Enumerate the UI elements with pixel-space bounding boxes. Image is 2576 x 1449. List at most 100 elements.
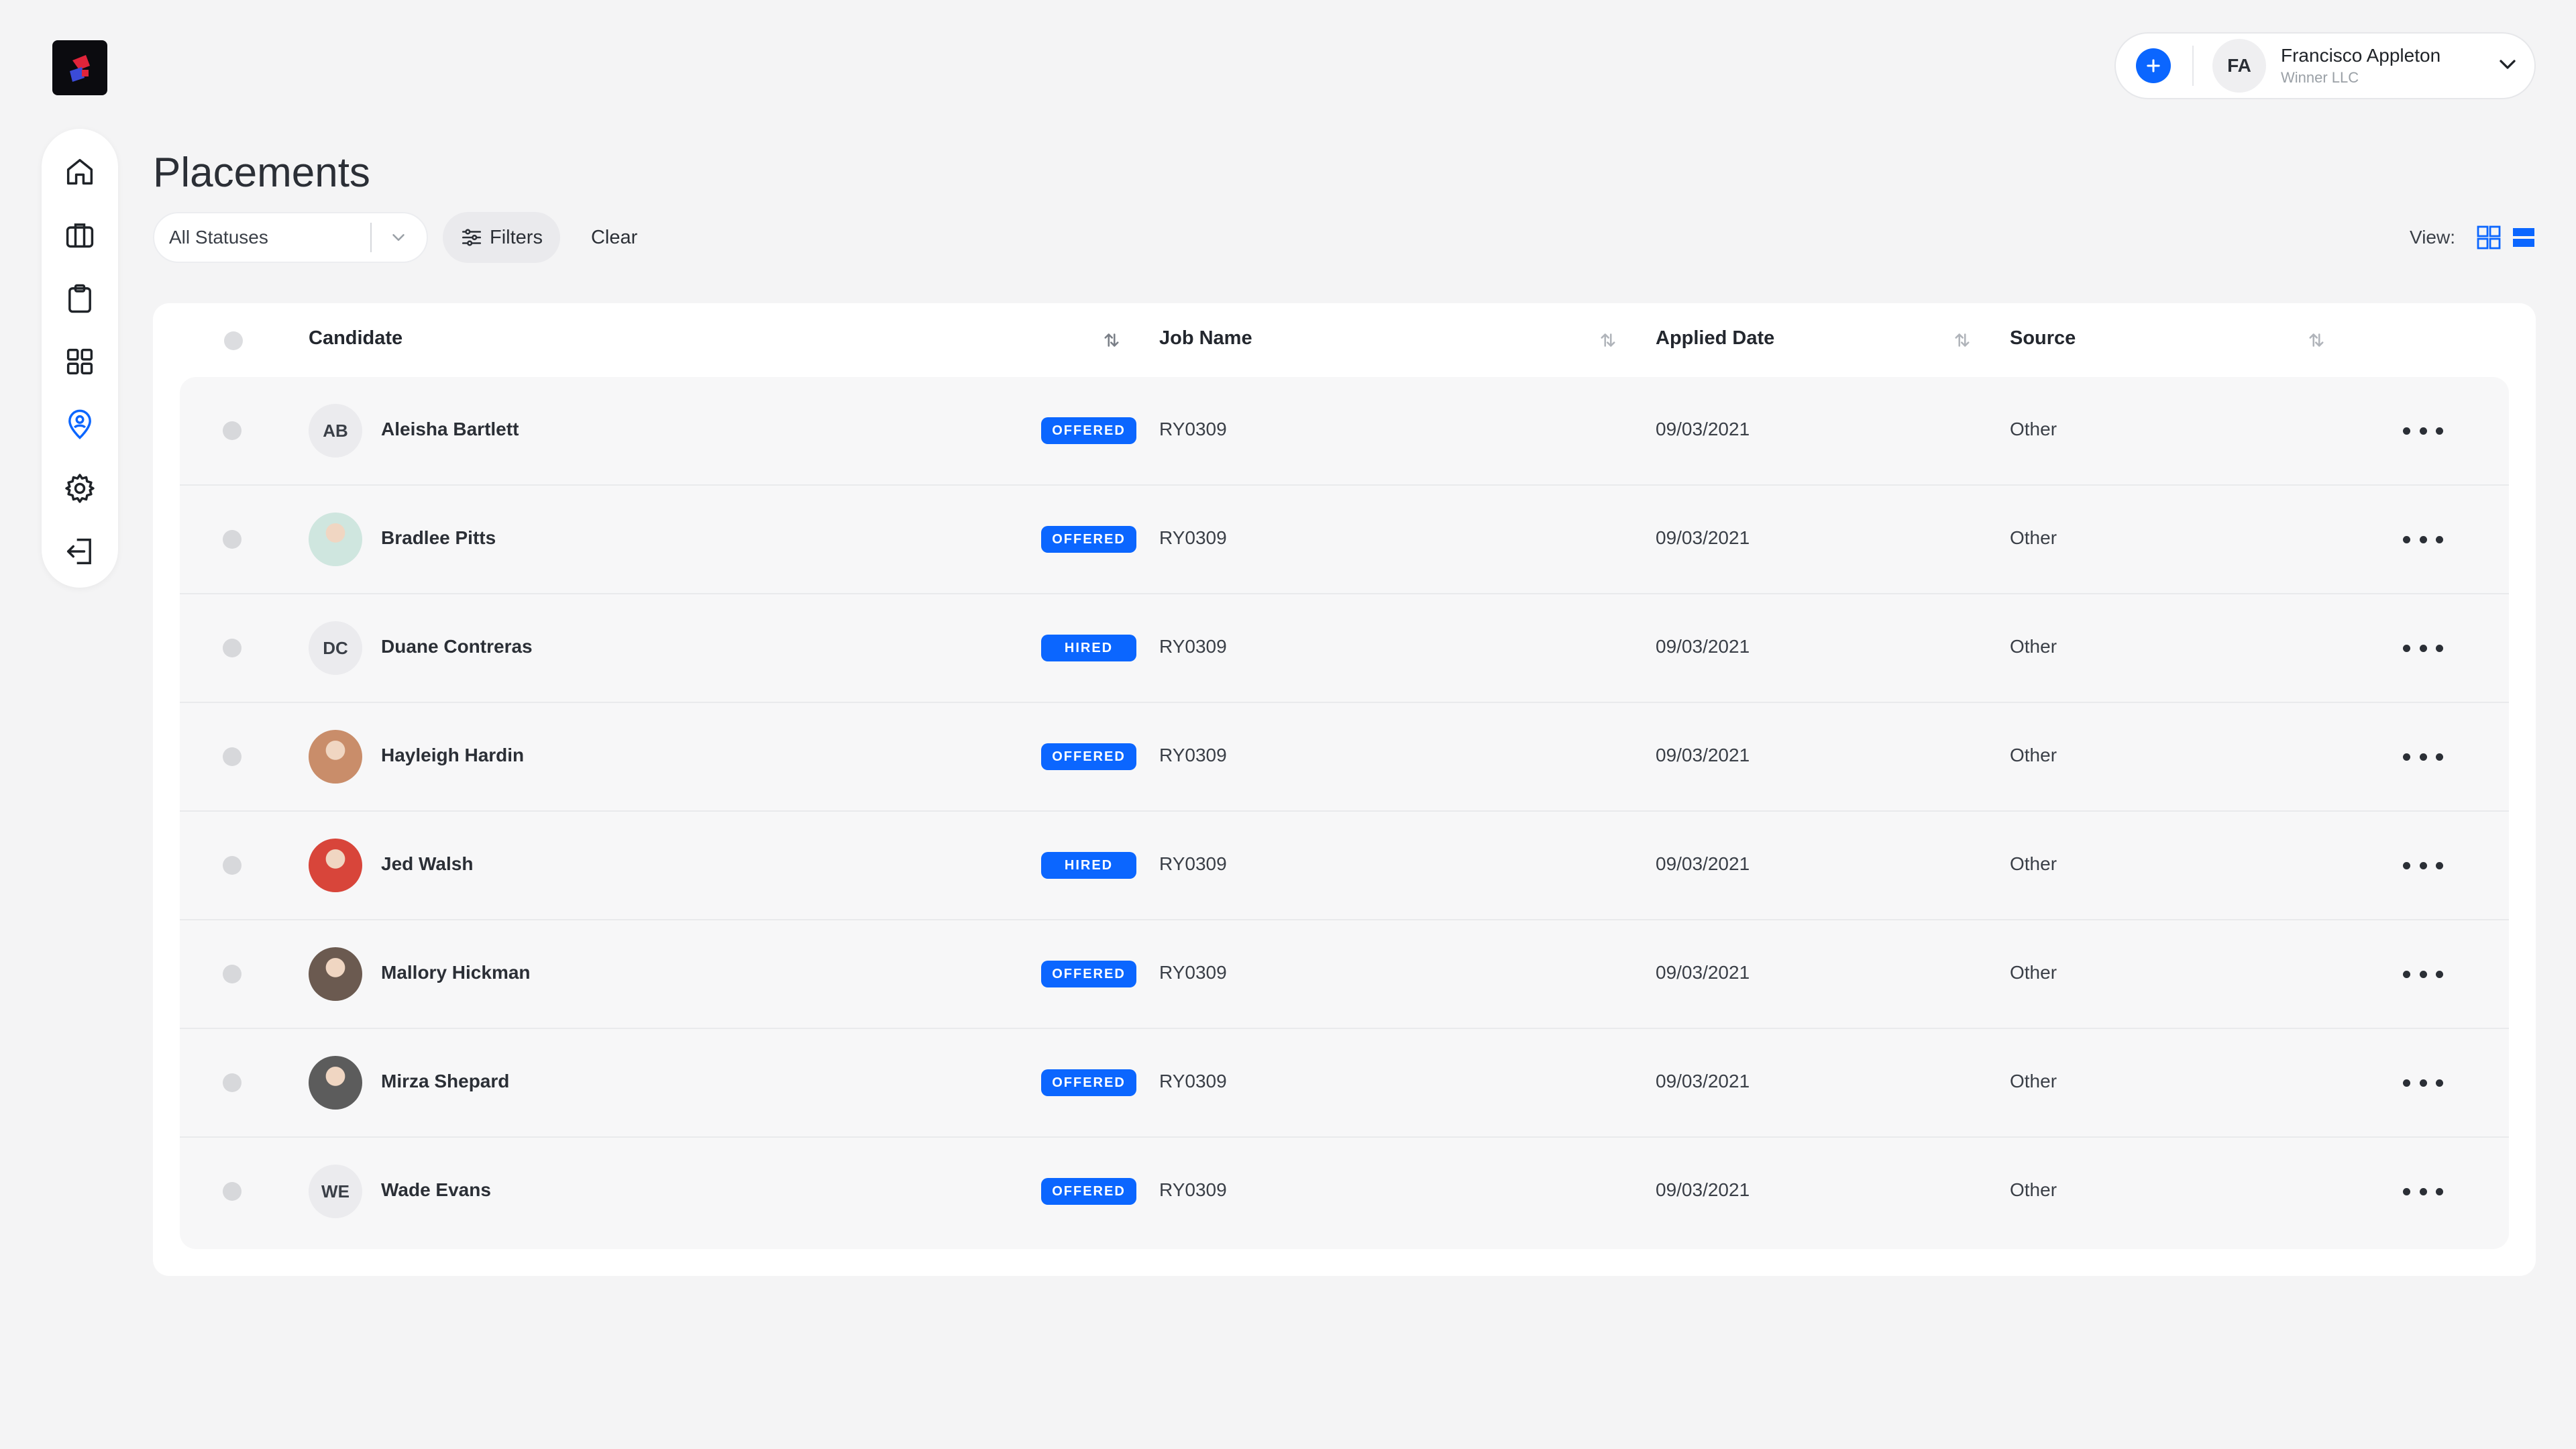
brand-logo-icon <box>70 55 90 82</box>
table-row[interactable]: Jed Walsh HIRED RY0309 09/03/2021 Other <box>180 812 2509 920</box>
dot <box>2436 753 2443 761</box>
sidebar-item-settings[interactable] <box>52 461 107 515</box>
row-more-button[interactable] <box>2403 417 2443 444</box>
sidebar-item-apps[interactable] <box>52 335 107 388</box>
applied-date-cell: 09/03/2021 <box>1656 419 1750 439</box>
row-checkbox[interactable] <box>223 965 241 983</box>
column-header-applied-date[interactable]: Applied Date <box>1656 327 1774 350</box>
job-name-cell: RY0309 <box>1159 636 1227 657</box>
dot <box>2419 644 2427 652</box>
account-menu-toggle[interactable] <box>2494 51 2521 81</box>
row-checkbox[interactable] <box>223 856 241 875</box>
dot <box>2419 1079 2427 1087</box>
sidebar-item-placements[interactable] <box>52 398 107 451</box>
home-icon <box>66 159 93 185</box>
job-name-cell: RY0309 <box>1159 1071 1227 1091</box>
dot <box>2403 427 2410 435</box>
row-more-button[interactable] <box>2403 526 2443 553</box>
account-info[interactable]: Francisco Appleton Winner LLC <box>2281 44 2494 88</box>
source-cell: Other <box>2010 962 2057 983</box>
sidebar-item-jobs[interactable] <box>52 208 107 262</box>
source-cell: Other <box>2010 636 2057 657</box>
status-badge: OFFERED <box>1041 743 1136 770</box>
source-cell: Other <box>2010 527 2057 548</box>
table-row[interactable]: Bradlee Pitts OFFERED RY0309 09/03/2021 … <box>180 486 2509 594</box>
candidate-name[interactable]: Mallory Hickman <box>381 962 531 983</box>
row-checkbox[interactable] <box>223 1182 241 1201</box>
column-header-job-name[interactable]: Job Name <box>1159 327 1252 350</box>
sort-icon[interactable] <box>1597 329 1619 352</box>
filters-button[interactable]: Filters <box>443 212 560 263</box>
candidate-avatar: WE <box>309 1165 362 1218</box>
job-name-cell: RY0309 <box>1159 419 1227 439</box>
applied-date-cell: 09/03/2021 <box>1656 745 1750 765</box>
sort-icon[interactable] <box>1951 329 1974 352</box>
row-checkbox[interactable] <box>223 1073 241 1092</box>
status-badge: OFFERED <box>1041 526 1136 553</box>
app-logo[interactable] <box>52 40 107 95</box>
candidate-photo <box>309 947 362 1001</box>
user-org: Winner LLC <box>2281 69 2359 86</box>
dot <box>2419 861 2427 869</box>
table-row[interactable]: Hayleigh Hardin OFFERED RY0309 09/03/202… <box>180 703 2509 812</box>
candidate-name[interactable]: Hayleigh Hardin <box>381 745 524 766</box>
row-more-button[interactable] <box>2403 1178 2443 1205</box>
applied-date-cell: 09/03/2021 <box>1656 1071 1750 1091</box>
row-checkbox[interactable] <box>223 421 241 440</box>
job-name-cell: RY0309 <box>1159 962 1227 983</box>
select-chevron[interactable] <box>382 227 415 248</box>
candidate-name[interactable]: Bradlee Pitts <box>381 527 496 549</box>
status-badge: OFFERED <box>1041 417 1136 444</box>
grid-icon <box>66 348 93 375</box>
row-more-button[interactable] <box>2403 961 2443 987</box>
row-more-button[interactable] <box>2403 1069 2443 1096</box>
column-header-source[interactable]: Source <box>2010 327 2076 350</box>
sidebar-item-tasks[interactable] <box>52 272 107 325</box>
table-row[interactable]: Mallory Hickman OFFERED RY0309 09/03/202… <box>180 920 2509 1029</box>
sidebar-item-home[interactable] <box>52 145 107 199</box>
row-checkbox[interactable] <box>223 530 241 549</box>
dot <box>2436 644 2443 652</box>
status-select[interactable]: All Statuses <box>153 212 428 263</box>
table-row[interactable]: DC Duane Contreras HIRED RY0309 09/03/20… <box>180 594 2509 703</box>
candidate-name[interactable]: Wade Evans <box>381 1179 491 1201</box>
table-row[interactable]: AB Aleisha Bartlett OFFERED RY0309 09/03… <box>180 377 2509 486</box>
candidate-name[interactable]: Duane Contreras <box>381 636 533 657</box>
candidate-name[interactable]: Aleisha Bartlett <box>381 419 519 440</box>
list-view-icon[interactable] <box>2510 224 2537 251</box>
user-avatar[interactable]: FA <box>2212 39 2266 93</box>
add-button[interactable] <box>2136 48 2171 83</box>
dot <box>2419 427 2427 435</box>
sort-icon[interactable] <box>2305 329 2328 352</box>
grid-view-icon[interactable] <box>2475 224 2502 251</box>
applied-date-cell: 09/03/2021 <box>1656 636 1750 657</box>
candidate-photo <box>309 839 362 892</box>
user-name: Francisco Appleton <box>2281 45 2441 66</box>
row-checkbox[interactable] <box>223 747 241 766</box>
clear-button[interactable]: Clear <box>591 227 637 249</box>
view-toggle: View: <box>2410 224 2537 251</box>
row-checkbox[interactable] <box>223 639 241 657</box>
briefcase-icon <box>66 223 94 248</box>
candidate-name[interactable]: Jed Walsh <box>381 853 473 875</box>
logout-icon <box>66 538 91 564</box>
column-header-candidate[interactable]: Candidate <box>309 327 402 350</box>
sort-icon[interactable] <box>1100 329 1123 352</box>
dot <box>2403 1079 2410 1087</box>
source-cell: Other <box>2010 419 2057 439</box>
dot <box>2403 753 2410 761</box>
applied-date-cell: 09/03/2021 <box>1656 527 1750 548</box>
table-row[interactable]: WE Wade Evans OFFERED RY0309 09/03/2021 … <box>180 1138 2509 1246</box>
candidate-photo <box>309 513 362 566</box>
table-row[interactable]: Mirza Shepard OFFERED RY0309 09/03/2021 … <box>180 1029 2509 1138</box>
row-more-button[interactable] <box>2403 852 2443 879</box>
row-more-button[interactable] <box>2403 635 2443 661</box>
row-more-button[interactable] <box>2403 743 2443 770</box>
job-name-cell: RY0309 <box>1159 527 1227 548</box>
account-bar: FA Francisco Appleton Winner LLC <box>2114 32 2536 99</box>
filter-toolbar: All Statuses Filters Clear <box>153 212 637 263</box>
status-badge: OFFERED <box>1041 961 1136 987</box>
candidate-name[interactable]: Mirza Shepard <box>381 1071 509 1092</box>
select-all-checkbox[interactable] <box>224 331 243 350</box>
sidebar-item-logout[interactable] <box>52 525 107 578</box>
